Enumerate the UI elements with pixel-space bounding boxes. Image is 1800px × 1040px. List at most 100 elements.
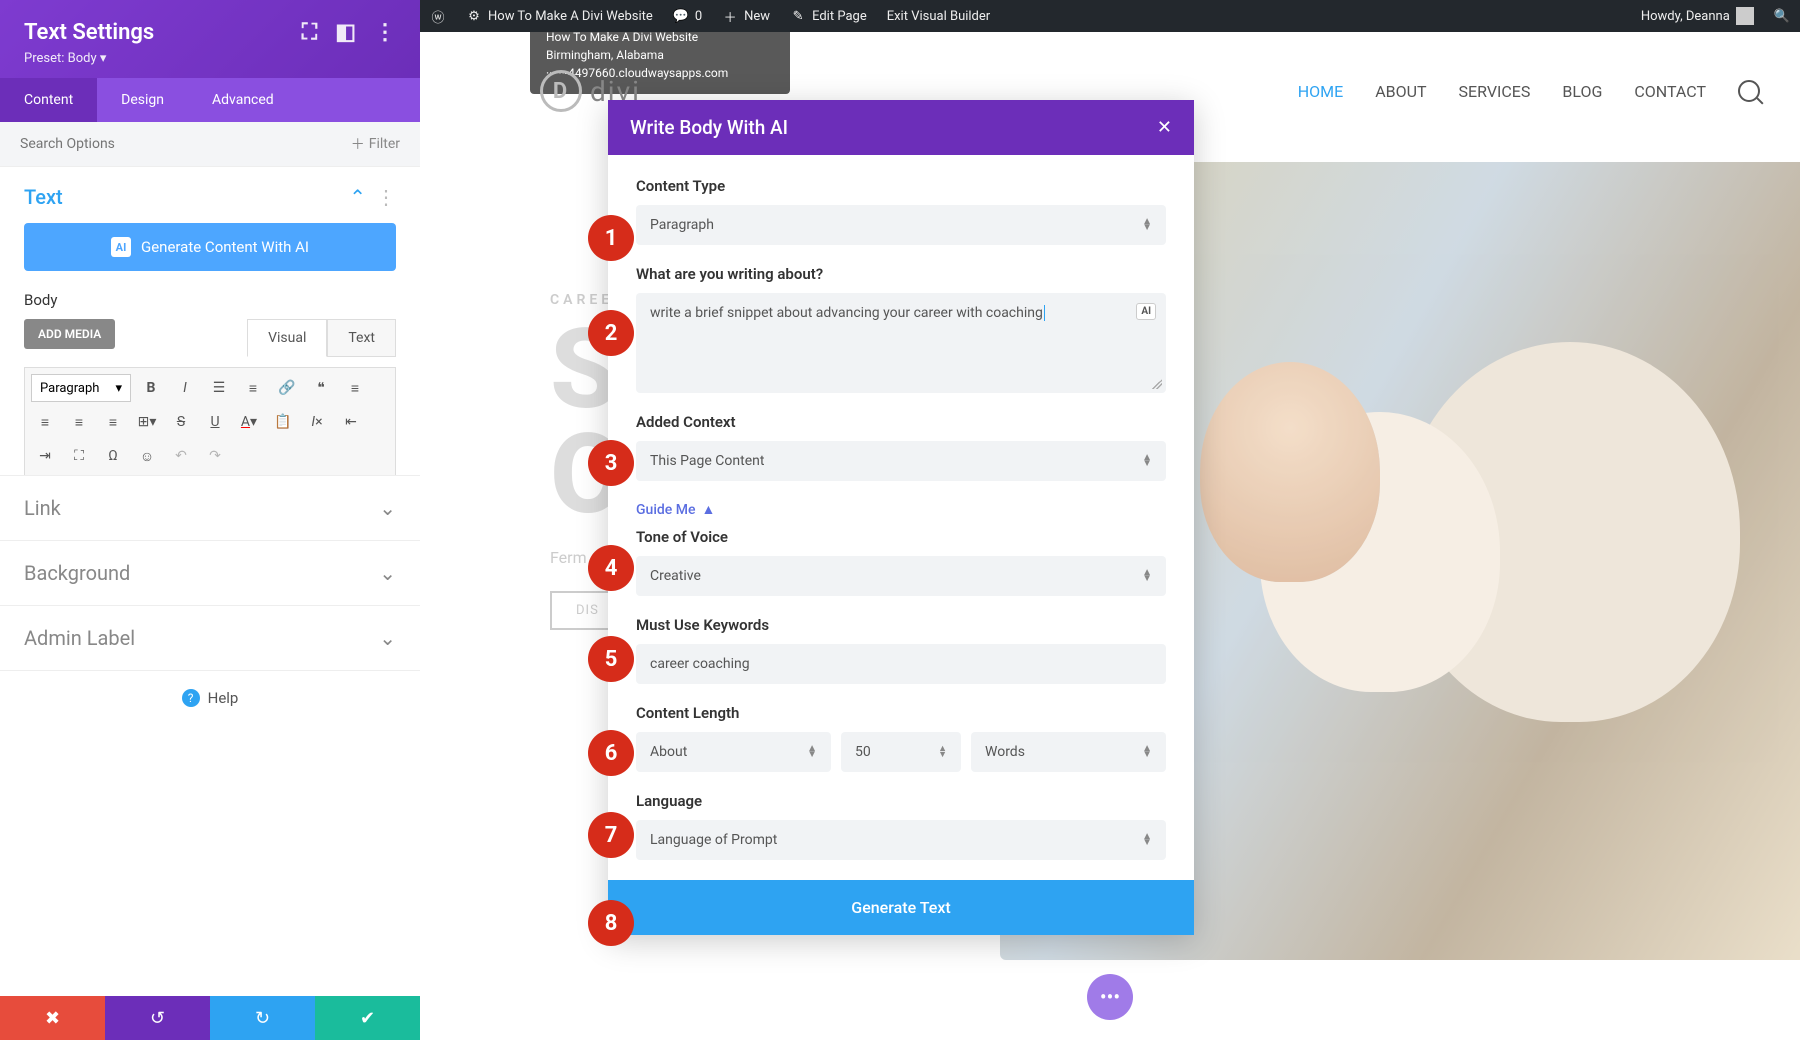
format-select[interactable]: Paragraph▾ xyxy=(31,374,131,402)
textcolor-icon[interactable]: A▾ xyxy=(235,408,263,436)
chevron-icon: ▲▼ xyxy=(1142,834,1152,846)
chevron-down-icon: ⌄ xyxy=(379,626,396,650)
avatar xyxy=(1736,7,1754,25)
redo-button[interactable]: ↻ xyxy=(210,996,315,1040)
resize-handle[interactable] xyxy=(1152,379,1162,389)
section-title: Text xyxy=(24,185,63,209)
clear-icon[interactable]: I× xyxy=(303,408,331,436)
save-button[interactable]: ✔ xyxy=(315,996,420,1040)
indent-icon[interactable]: ⇥ xyxy=(31,442,59,470)
spinner-icon[interactable]: ▲▼ xyxy=(938,746,947,758)
align-left-icon[interactable]: ≡ xyxy=(341,374,369,402)
filter-button[interactable]: ＋Filter xyxy=(351,134,400,154)
wp-search-icon[interactable]: 🔍 xyxy=(1764,9,1800,24)
context-select[interactable]: This Page Content▲▼ xyxy=(636,441,1166,481)
logo-icon: D xyxy=(540,70,582,112)
cancel-button[interactable]: ✖ xyxy=(0,996,105,1040)
tab-advanced[interactable]: Advanced xyxy=(188,78,298,122)
align-center-icon[interactable]: ≡ xyxy=(31,408,59,436)
wp-howdy[interactable]: Howdy, Deanna xyxy=(1631,7,1764,25)
length-number-input[interactable]: 50▲▼ xyxy=(841,732,961,772)
keywords-input[interactable]: career coaching xyxy=(636,644,1166,684)
background-section[interactable]: Background⌄ xyxy=(0,540,420,605)
search-icon[interactable] xyxy=(1738,80,1760,102)
table-icon[interactable]: ⊞▾ xyxy=(133,408,161,436)
undo-icon[interactable]: ↶ xyxy=(167,442,195,470)
annotation-badge-1: 1 xyxy=(588,215,634,261)
undo-button[interactable]: ↺ xyxy=(105,996,210,1040)
add-media-button[interactable]: ADD MEDIA xyxy=(24,319,115,349)
wp-new[interactable]: ＋New xyxy=(712,0,780,32)
nav-services[interactable]: SERVICES xyxy=(1459,82,1531,101)
annotation-badge-6: 6 xyxy=(588,730,634,776)
nav-home[interactable]: HOME xyxy=(1298,82,1343,101)
strike-icon[interactable]: S xyxy=(167,408,195,436)
help-icon: ? xyxy=(182,689,200,707)
underline-icon[interactable]: U xyxy=(201,408,229,436)
generate-text-button[interactable]: Generate Text xyxy=(608,880,1194,935)
chevron-down-icon: ⌄ xyxy=(379,561,396,585)
section-more-icon[interactable]: ⋮ xyxy=(376,185,396,209)
tone-select[interactable]: Creative▲▼ xyxy=(636,556,1166,596)
paste-icon[interactable]: 📋 xyxy=(269,408,297,436)
label-about: What are you writing about? xyxy=(636,265,1166,283)
collapse-icon[interactable]: ⌃ xyxy=(349,185,366,209)
content-type-select[interactable]: Paragraph▲▼ xyxy=(636,205,1166,245)
sidebar-tabs: Content Design Advanced xyxy=(0,78,420,122)
wp-site-name[interactable]: ⚙How To Make A Divi Website xyxy=(456,0,663,32)
editor-tab-visual[interactable]: Visual xyxy=(247,319,327,357)
settings-sidebar: Text Settings ⛶ ◧ ⋮ Preset: Body ▾ Conte… xyxy=(0,0,420,1040)
builder-fab[interactable]: ••• xyxy=(1087,974,1133,1020)
align-justify-icon[interactable]: ≡ xyxy=(99,408,127,436)
length-unit-select[interactable]: Words▲▼ xyxy=(971,732,1166,772)
ul-icon[interactable]: ☰ xyxy=(205,374,233,402)
link-icon[interactable]: 🔗 xyxy=(273,374,301,402)
redo-icon[interactable]: ↷ xyxy=(201,442,229,470)
outdent-icon[interactable]: ⇤ xyxy=(337,408,365,436)
editor-tab-text[interactable]: Text xyxy=(327,319,396,357)
sidebar-title: Text Settings xyxy=(24,20,154,45)
search-input[interactable] xyxy=(20,136,351,152)
chevron-icon: ▲▼ xyxy=(1142,455,1152,467)
primary-nav: HOME ABOUT SERVICES BLOG CONTACT xyxy=(1298,80,1760,102)
admin-label-section[interactable]: Admin Label⌄ xyxy=(0,605,420,670)
label-context: Added Context xyxy=(636,413,1166,431)
fullscreen-icon[interactable]: ⛶ xyxy=(65,442,93,470)
preset-label[interactable]: Preset: Body ▾ xyxy=(24,51,396,66)
emoji-icon[interactable]: ☺ xyxy=(133,442,161,470)
wp-admin-bar: ⓦ ⚙How To Make A Divi Website 💬0 ＋New ✎E… xyxy=(420,0,1800,32)
length-mode-select[interactable]: About▲▼ xyxy=(636,732,831,772)
tab-design[interactable]: Design xyxy=(97,78,188,122)
annotation-badge-5: 5 xyxy=(588,636,634,682)
close-icon[interactable]: ✕ xyxy=(1157,117,1172,138)
nav-contact[interactable]: CONTACT xyxy=(1634,82,1706,101)
wp-exit-builder[interactable]: Exit Visual Builder xyxy=(877,0,1000,32)
tab-content[interactable]: Content xyxy=(0,78,97,122)
dock-icon[interactable]: ◧ xyxy=(335,20,356,45)
generate-content-button[interactable]: AI Generate Content With AI xyxy=(24,223,396,271)
nav-about[interactable]: ABOUT xyxy=(1375,82,1426,101)
quote-icon[interactable]: ❝ xyxy=(307,374,335,402)
link-section[interactable]: Link⌄ xyxy=(0,475,420,540)
wp-comments[interactable]: 💬0 xyxy=(663,0,712,32)
focus-icon[interactable]: ⛶ xyxy=(302,20,317,45)
wp-edit-page[interactable]: ✎Edit Page xyxy=(780,0,877,32)
about-textarea[interactable]: write a brief snippet about advancing yo… xyxy=(636,293,1166,393)
guide-me-toggle[interactable]: Guide Me▲ xyxy=(636,501,1166,518)
specialchar-icon[interactable]: Ω xyxy=(99,442,127,470)
label-length: Content Length xyxy=(636,704,1166,722)
italic-icon[interactable]: I xyxy=(171,374,199,402)
ol-icon[interactable]: ≡ xyxy=(239,374,267,402)
nav-blog[interactable]: BLOG xyxy=(1562,82,1602,101)
more-icon[interactable]: ⋮ xyxy=(374,20,396,45)
help-link[interactable]: ?Help xyxy=(0,670,420,725)
label-tone: Tone of Voice xyxy=(636,528,1166,546)
sidebar-header: Text Settings ⛶ ◧ ⋮ Preset: Body ▾ xyxy=(0,0,420,78)
language-select[interactable]: Language of Prompt▲▼ xyxy=(636,820,1166,860)
chevron-icon: ▲▼ xyxy=(807,746,817,758)
bold-icon[interactable]: B xyxy=(137,374,165,402)
ai-icon[interactable]: AI xyxy=(1136,303,1156,320)
annotation-badge-3: 3 xyxy=(588,440,634,486)
wp-logo[interactable]: ⓦ xyxy=(420,0,456,32)
align-right-icon[interactable]: ≡ xyxy=(65,408,93,436)
